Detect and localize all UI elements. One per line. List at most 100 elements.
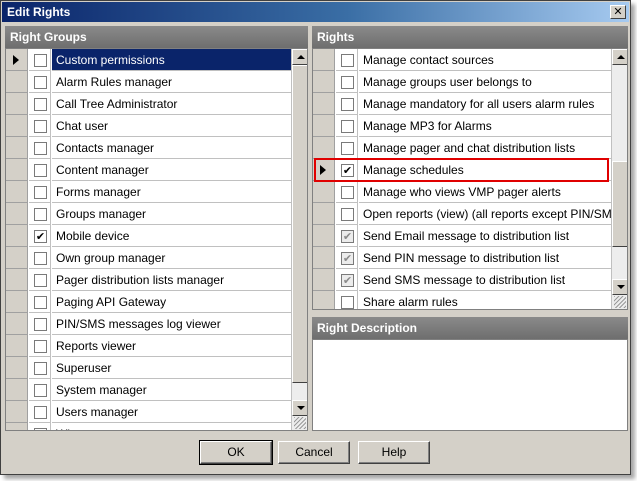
scroll-thumb[interactable] [292,65,307,383]
resize-grip[interactable] [614,296,626,308]
list-item[interactable]: Manage mandatory for all users alarm rul… [313,93,611,115]
row-header[interactable] [6,225,28,247]
scroll-thumb[interactable] [612,161,627,247]
row-checkbox[interactable] [34,98,47,111]
list-item[interactable]: Content manager [6,159,291,181]
list-item[interactable]: Manage groups user belongs to [313,71,611,93]
list-item[interactable]: Pager distribution lists manager [6,269,291,291]
row-header[interactable] [313,225,335,247]
row-checkbox[interactable] [34,120,47,133]
row-checkbox[interactable] [34,208,47,221]
list-item[interactable]: ✔ Send SMS message to distribution list [313,269,611,291]
row-header[interactable] [313,137,335,159]
list-item[interactable]: Custom permissions [6,49,291,71]
row-checkbox[interactable] [34,164,47,177]
row-header[interactable] [313,71,335,93]
list-item[interactable]: Groups manager [6,203,291,225]
row-checkbox[interactable] [34,362,47,375]
list-item[interactable]: Manage MP3 for Alarms [313,115,611,137]
row-checkbox[interactable] [341,208,354,221]
list-item[interactable]: Manage pager and chat distribution lists [313,137,611,159]
list-item[interactable]: Forms manager [6,181,291,203]
row-header[interactable] [6,181,28,203]
row-header[interactable] [313,49,335,71]
row-checkbox[interactable] [34,274,47,287]
list-item[interactable]: ✔ Send PIN message to distribution list [313,247,611,269]
row-checkbox[interactable] [341,186,354,199]
row-checkbox[interactable] [341,296,354,309]
list-item[interactable]: Alarm Rules manager [6,71,291,93]
row-header[interactable] [6,313,28,335]
row-header[interactable] [6,159,28,181]
list-item[interactable]: Wi... [6,423,291,430]
row-checkbox[interactable] [34,318,47,331]
row-header[interactable] [313,203,335,225]
list-item[interactable]: System manager [6,379,291,401]
row-checkbox[interactable] [341,98,354,111]
row-header[interactable] [6,379,28,401]
list-item[interactable]: Reports viewer [6,335,291,357]
row-checkbox[interactable]: ✔ [341,230,354,243]
row-checkbox[interactable] [34,406,47,419]
row-checkbox[interactable] [34,384,47,397]
list-item[interactable]: Paging API Gateway [6,291,291,313]
list-item[interactable]: Contacts manager [6,137,291,159]
row-header[interactable] [6,291,28,313]
scroll-down-button[interactable] [612,279,627,295]
row-checkbox[interactable]: ✔ [341,274,354,287]
row-checkbox[interactable] [34,186,47,199]
list-item[interactable]: Share alarm rules [313,291,611,309]
row-header[interactable] [313,93,335,115]
row-header[interactable] [6,357,28,379]
cancel-button[interactable]: Cancel [278,441,350,464]
list-item[interactable]: Manage contact sources [313,49,611,71]
list-item[interactable]: Manage who views VMP pager alerts [313,181,611,203]
row-checkbox[interactable] [341,120,354,133]
scroll-down-button[interactable] [292,400,307,416]
list-item[interactable]: Own group manager [6,247,291,269]
row-header[interactable] [313,115,335,137]
row-checkbox[interactable] [34,54,47,67]
row-header[interactable] [6,269,28,291]
row-checkbox[interactable] [34,76,47,89]
row-header[interactable] [6,423,28,430]
help-button[interactable]: Help [358,441,430,464]
vertical-scrollbar[interactable] [611,49,627,309]
row-checkbox[interactable]: ✔ [341,252,354,265]
list-item[interactable]: PIN/SMS messages log viewer [6,313,291,335]
row-header[interactable] [6,49,28,71]
close-icon[interactable]: ✕ [610,5,626,19]
row-checkbox[interactable] [341,54,354,67]
row-header[interactable] [313,247,335,269]
row-header[interactable] [6,115,28,137]
row-header[interactable] [313,291,335,309]
row-header[interactable] [6,247,28,269]
list-item[interactable]: Call Tree Administrator [6,93,291,115]
list-item[interactable]: Users manager [6,401,291,423]
vertical-scrollbar[interactable] [291,49,307,430]
row-header[interactable] [6,137,28,159]
list-item[interactable]: Open reports (view) (all reports except … [313,203,611,225]
scroll-up-button[interactable] [292,49,307,65]
row-header[interactable] [6,93,28,115]
row-checkbox[interactable] [34,428,47,430]
list-item[interactable]: Chat user [6,115,291,137]
row-checkbox[interactable] [341,142,354,155]
list-item[interactable]: Superuser [6,357,291,379]
row-checkbox[interactable] [34,340,47,353]
row-header[interactable] [6,71,28,93]
list-item[interactable]: ✔ Send Email message to distribution list [313,225,611,247]
row-header[interactable] [6,401,28,423]
row-checkbox[interactable] [34,296,47,309]
row-header[interactable] [313,269,335,291]
row-checkbox[interactable] [34,142,47,155]
resize-grip[interactable] [294,417,306,429]
list-item[interactable]: ✔ Mobile device [6,225,291,247]
row-checkbox[interactable]: ✔ [34,230,47,243]
row-header[interactable] [6,203,28,225]
scroll-up-button[interactable] [612,49,627,65]
row-checkbox[interactable] [34,252,47,265]
row-checkbox[interactable] [341,76,354,89]
row-header[interactable] [313,181,335,203]
ok-button[interactable]: OK [199,440,273,465]
